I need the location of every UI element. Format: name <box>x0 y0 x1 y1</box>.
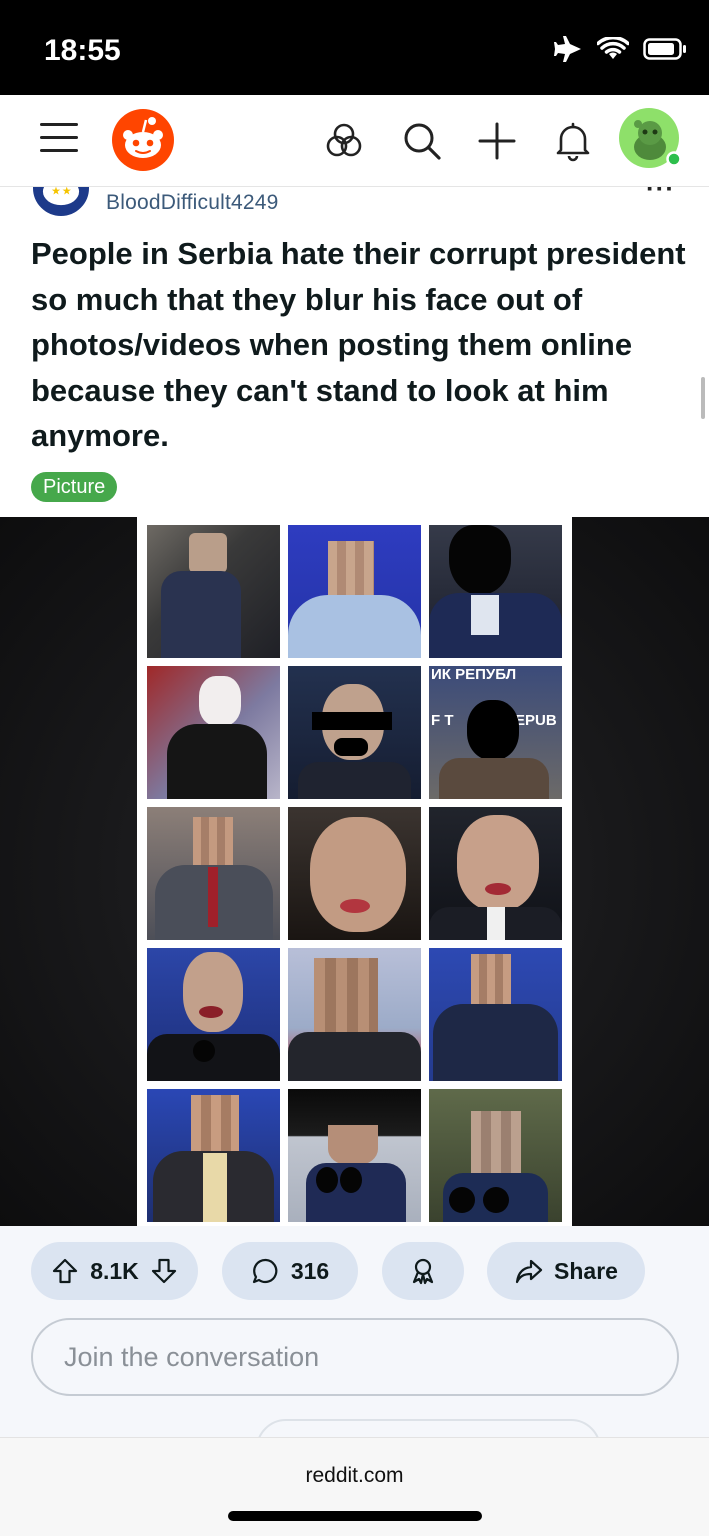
post-content: ★ ★ BloodDifficult4249 ··· People in Ser… <box>0 187 709 1437</box>
hamburger-menu-icon[interactable] <box>40 123 78 157</box>
image-overlay-text: EPUB <box>515 712 557 729</box>
home-indicator[interactable] <box>228 1511 482 1521</box>
image-overlay-text: ИК РЕПУБЛ <box>431 666 517 683</box>
post-image[interactable]: ИК РЕПУБЛ F T EPUB <box>0 517 709 1226</box>
collage-tile <box>288 807 421 940</box>
collage-tile <box>288 1089 421 1222</box>
search-icon[interactable] <box>400 119 444 163</box>
airplane-icon <box>554 36 581 62</box>
collage-tile <box>429 525 562 658</box>
post-title[interactable]: People in Serbia hate their corrupt pres… <box>31 231 691 459</box>
collage-tile: ИК РЕПУБЛ F T EPUB <box>429 666 562 799</box>
browser-footer: reddit.com <box>0 1437 709 1536</box>
collage-tile <box>147 525 280 658</box>
more-options-icon[interactable]: ··· <box>646 187 675 204</box>
partially-visible-button[interactable] <box>256 1419 601 1437</box>
status-bar: 18:55 <box>0 0 709 95</box>
share-button[interactable]: Share <box>487 1242 645 1300</box>
reddit-logo[interactable] <box>112 109 174 171</box>
comment-icon <box>252 1258 278 1284</box>
collage-tile <box>429 1089 562 1222</box>
create-post-icon[interactable] <box>475 119 519 163</box>
share-icon <box>515 1259 543 1284</box>
downvote-icon[interactable] <box>149 1256 179 1286</box>
comment-input[interactable] <box>33 1320 677 1394</box>
post-author[interactable]: BloodDifficult4249 <box>106 191 279 215</box>
collage-tile <box>147 948 280 1081</box>
notifications-icon[interactable] <box>551 119 595 163</box>
collage-tile <box>147 666 280 799</box>
communities-icon[interactable] <box>322 119 366 163</box>
image-collage: ИК РЕПУБЛ F T EPUB <box>137 517 572 1226</box>
share-label: Share <box>554 1257 618 1284</box>
comments-button[interactable]: 316 <box>222 1242 358 1300</box>
post-flair[interactable]: Picture <box>31 472 118 502</box>
vote-count: 8.1K <box>90 1257 139 1284</box>
battery-icon <box>643 38 686 60</box>
upvote-icon[interactable] <box>50 1256 80 1286</box>
subreddit-avatar[interactable]: ★ ★ <box>30 187 92 219</box>
svg-text:★: ★ <box>62 187 72 197</box>
comment-count: 316 <box>290 1257 330 1284</box>
collage-tile <box>288 666 421 799</box>
user-avatar[interactable] <box>618 107 682 171</box>
svg-text:★: ★ <box>51 187 61 197</box>
collage-tile <box>429 807 562 940</box>
collage-tile <box>288 948 421 1081</box>
status-time: 18:55 <box>44 34 121 67</box>
scrollbar[interactable] <box>701 377 705 419</box>
image-overlay-text: F T <box>431 712 454 729</box>
comment-box[interactable] <box>31 1318 679 1396</box>
collage-tile <box>288 525 421 658</box>
vote-pill: 8.1K <box>31 1242 198 1300</box>
post-header: ★ ★ BloodDifficult4249 ··· People in Ser… <box>0 187 709 517</box>
app-header <box>0 95 709 187</box>
award-icon <box>412 1258 434 1285</box>
collage-tile <box>147 807 280 940</box>
post-action-bar: 8.1K 316 Share <box>0 1226 709 1316</box>
award-button[interactable] <box>382 1242 464 1300</box>
url-label[interactable]: reddit.com <box>0 1464 709 1488</box>
collage-tile <box>147 1089 280 1222</box>
wifi-icon <box>597 37 629 59</box>
status-icons <box>553 36 687 62</box>
collage-tile <box>429 948 562 1081</box>
